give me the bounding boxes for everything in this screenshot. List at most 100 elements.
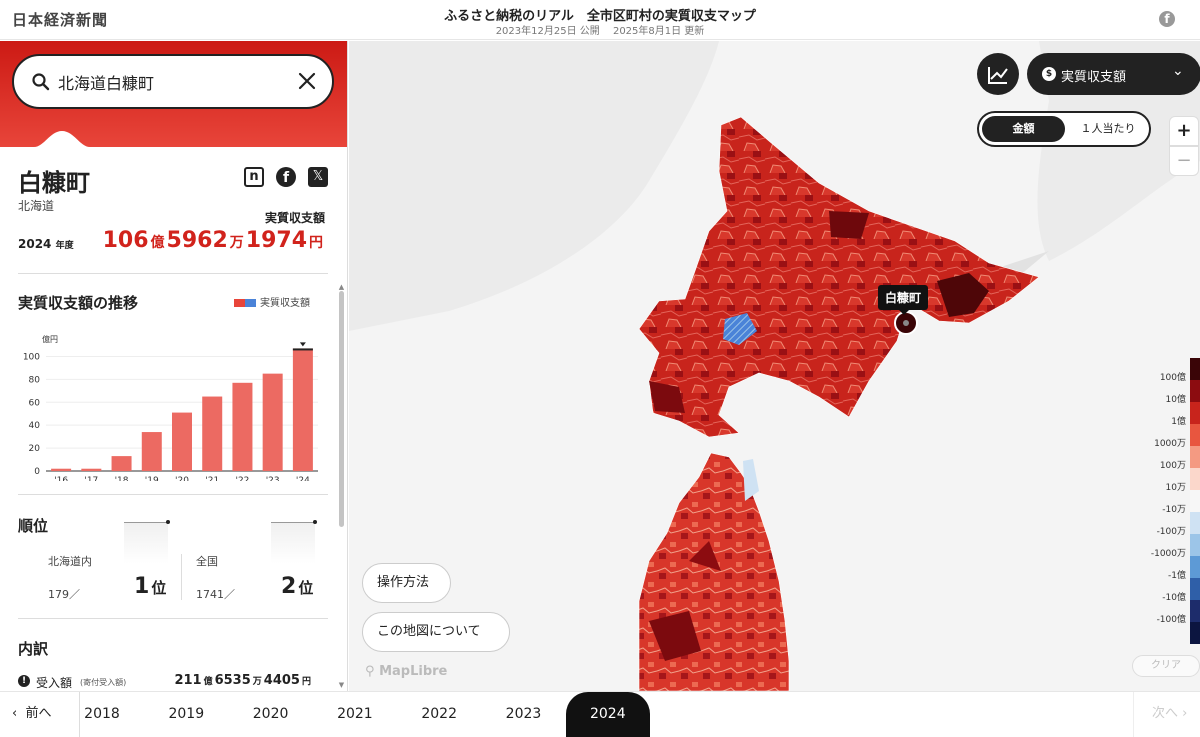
amount-toggle[interactable]: 金額 １人当たり [977, 111, 1151, 147]
x-twitter-icon[interactable]: 𝕏 [308, 167, 328, 187]
zoom-in-button[interactable]: + [1169, 116, 1199, 146]
bar-17[interactable] [81, 468, 102, 471]
unit-en: 円 [301, 677, 311, 687]
clear-button[interactable]: クリア [1132, 655, 1200, 677]
about-map-button[interactable]: この地図について [362, 612, 510, 652]
scale-swatch [1190, 380, 1200, 402]
pref-rank-total: 179／ [48, 588, 80, 601]
y-tick-label: 0 [34, 467, 40, 477]
selected-municipality-label: 白糠町 [878, 285, 929, 315]
facebook-icon[interactable]: f [276, 167, 296, 187]
rank-separator [181, 554, 182, 600]
year-tab-2019[interactable]: 2019 [144, 692, 228, 737]
chevron-left-icon: ‹ [12, 706, 18, 721]
scale-step: 1億 [1139, 402, 1200, 427]
y-tick-label: 40 [29, 421, 41, 431]
year-tab-2024[interactable]: 2024 [565, 692, 650, 737]
search-icon [32, 73, 50, 91]
pref-rank-sparkline [124, 520, 170, 564]
toggle-per-capita-option[interactable]: １人当たり [1069, 116, 1147, 142]
x-tick-label: '24 [296, 476, 310, 481]
national-rank-total: 1741／ [196, 588, 235, 601]
scale-step: -100万 [1139, 512, 1200, 537]
pref-rank-value: 1位 [134, 574, 166, 599]
prev-label: 前へ [25, 706, 52, 721]
rank-section-title: 順位 [18, 517, 49, 535]
negative-municipality-light[interactable] [743, 459, 759, 501]
national-rank-label: 全国 [196, 555, 218, 568]
scale-swatch [1190, 446, 1200, 468]
scale-step: 100万 [1139, 446, 1200, 471]
unit-man: 万 [252, 677, 262, 687]
hokkaido-region[interactable] [638, 116, 1040, 438]
net-balance-amount: 106 億5962 万1974 円 [103, 228, 325, 253]
bar-24[interactable] [292, 348, 313, 471]
facebook-share-icon[interactable]: f [1159, 11, 1175, 27]
income-man-value: 6535 [214, 673, 251, 688]
chart-legend: 実質収支額 [234, 294, 310, 309]
bar-23[interactable] [262, 373, 283, 471]
chevron-right-icon: › [1182, 706, 1188, 721]
scale-step: 1000万 [1139, 424, 1200, 449]
pref-rank-label: 北海道内 [48, 555, 92, 568]
scale-swatch [1190, 424, 1200, 446]
y-tick-label: 100 [23, 352, 40, 362]
scale-swatch [1190, 402, 1200, 424]
scrollbar-thumb[interactable] [339, 291, 344, 527]
search-box[interactable] [12, 54, 334, 109]
next-year-button[interactable]: 次へ › [1133, 692, 1200, 737]
scroll-up-arrow[interactable]: ▲ [337, 283, 346, 291]
trend-bar-chart: 億円 0 20 40 60 80 100 '16 '17 '18 '19 '20 '21 '22 '23… [23, 334, 318, 481]
scale-swatch [1190, 556, 1200, 578]
scroll-down-arrow[interactable]: ▼ [337, 681, 346, 689]
search-input[interactable] [58, 66, 288, 98]
choropleth-map[interactable]: 白糠町 $ 実質収支額 ⌄ 金額 １人当たり + − 操作方法 この地図について… [349, 41, 1200, 691]
income-note: (寄付受入額) [80, 678, 127, 687]
info-icon[interactable]: ! [18, 675, 30, 687]
year-tab-2021[interactable]: 2021 [313, 692, 397, 737]
unit-oku: 億 [150, 235, 165, 251]
x-tick-label: '19 [145, 476, 159, 481]
y-tick-label: 60 [29, 398, 41, 408]
income-label: 受入額 [36, 676, 73, 690]
zoom-out-button[interactable]: − [1169, 146, 1199, 176]
year-tab-2018[interactable]: 2018 [60, 692, 144, 737]
bar-20[interactable] [172, 412, 192, 471]
scale-step [1139, 622, 1200, 644]
year-tab-2020[interactable]: 2020 [229, 692, 313, 737]
income-en-value: 4405 [263, 673, 300, 688]
national-rank-number: 2 [281, 574, 297, 599]
yen-icon: $ [1042, 67, 1056, 81]
note-share-icon[interactable]: n [244, 167, 264, 187]
fiscal-year-value: 2024 [18, 237, 52, 251]
year-tab-2022[interactable]: 2022 [397, 692, 481, 737]
tohoku-region[interactable] [638, 452, 790, 691]
maplibre-attribution[interactable]: ⚲ MapLibre [365, 664, 447, 679]
detail-panel: 白糠町 北海道 n f 𝕏 実質収支額 2024 年度 106億5962万197… [0, 41, 348, 691]
toggle-amount-option[interactable]: 金額 [982, 116, 1065, 142]
scale-swatch [1190, 358, 1200, 380]
trend-chart-button[interactable] [977, 53, 1019, 95]
next-label: 次へ [1152, 706, 1179, 721]
close-icon[interactable] [296, 70, 318, 92]
howto-button[interactable]: 操作方法 [362, 563, 451, 603]
scale-swatch [1190, 600, 1200, 622]
bar-16[interactable] [51, 468, 72, 471]
bar-22[interactable] [232, 382, 253, 471]
scale-step: -10億 [1139, 578, 1200, 603]
unit-man: 万 [229, 235, 244, 251]
bar-19[interactable] [141, 432, 162, 471]
metric-select-dropdown[interactable]: $ 実質収支額 ⌄ [1027, 53, 1200, 95]
net-man-value: 5962 [166, 228, 228, 253]
scale-swatch [1190, 622, 1200, 644]
scale-swatch [1190, 534, 1200, 556]
panel-wave-divider [0, 131, 347, 159]
x-tick-label: '18 [115, 476, 129, 481]
scale-swatch [1190, 578, 1200, 600]
scale-swatch [1190, 512, 1200, 534]
divider [18, 273, 328, 274]
bar-21[interactable] [202, 396, 223, 471]
bar-18[interactable] [111, 456, 132, 471]
year-tab-2023[interactable]: 2023 [482, 692, 566, 737]
pref-rank-number: 1 [134, 574, 150, 599]
